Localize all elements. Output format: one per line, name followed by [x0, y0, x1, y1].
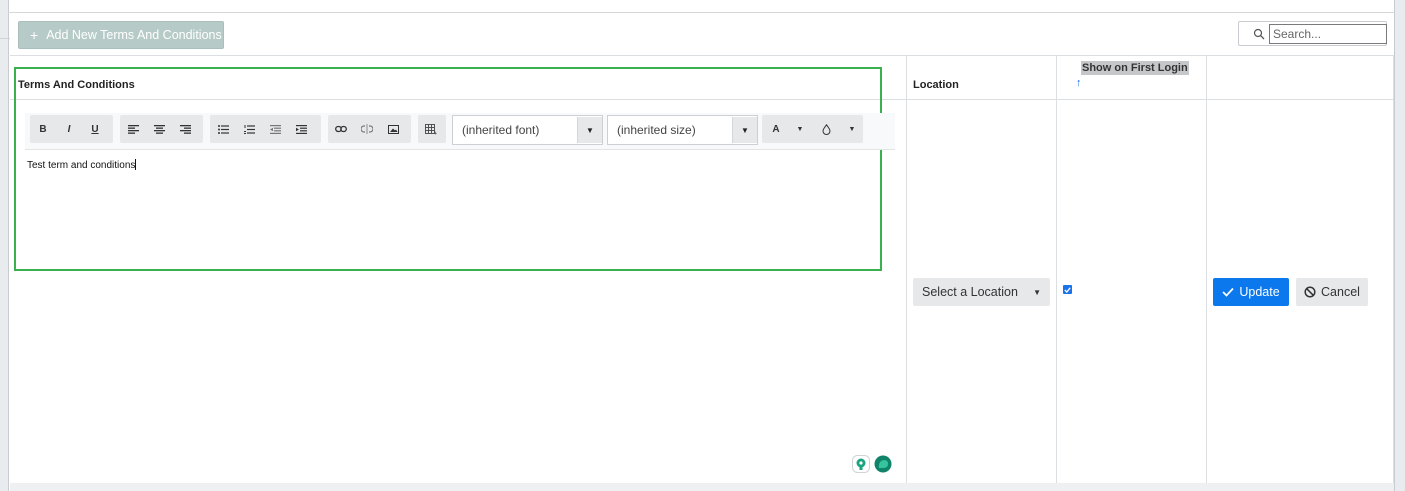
- check-icon: [1222, 287, 1235, 297]
- link-icon: [335, 125, 347, 133]
- cancel-button[interactable]: Cancel: [1296, 278, 1368, 306]
- col-divider-location: [906, 55, 907, 491]
- update-button[interactable]: Update: [1213, 278, 1289, 306]
- unlink-button[interactable]: [354, 115, 380, 143]
- editor-text: Test term and conditions: [27, 160, 136, 171]
- image-button[interactable]: [380, 115, 406, 143]
- font-family-value: (inherited font): [462, 123, 540, 137]
- bullet-list-icon: [217, 124, 229, 134]
- font-size-select[interactable]: (inherited size) ▼: [607, 115, 758, 145]
- list-group: [210, 115, 321, 143]
- highlight-color-dropdown[interactable]: ▼: [842, 115, 862, 143]
- location-select[interactable]: Select a Location ▼: [913, 278, 1050, 306]
- align-group: [120, 115, 203, 143]
- paint-drop-icon: [821, 123, 831, 135]
- align-right-icon: [179, 124, 191, 134]
- search-input[interactable]: [1269, 24, 1387, 44]
- checkmark-icon: [1064, 286, 1071, 293]
- header-show-first-login-label: Show on First Login: [1081, 61, 1189, 75]
- numbered-list-icon: [243, 124, 255, 134]
- chevron-down-icon: ▼: [577, 117, 602, 143]
- svg-text:+: +: [434, 131, 437, 135]
- link-group: [328, 115, 411, 143]
- header-top-border: [10, 55, 1394, 56]
- align-center-icon: [153, 124, 165, 134]
- align-right-button[interactable]: [172, 115, 198, 143]
- col-divider-actions: [1206, 55, 1207, 491]
- add-terms-label: Add New Terms And Conditions: [46, 28, 222, 42]
- sort-asc-icon[interactable]: ↑: [1076, 77, 1082, 89]
- italic-button[interactable]: I: [56, 115, 82, 143]
- plus-icon: +: [30, 27, 39, 43]
- indent-icon: [295, 124, 307, 134]
- link-button[interactable]: [328, 115, 354, 143]
- bullet-list-button[interactable]: [210, 115, 236, 143]
- table-bottom-strip: [10, 483, 1394, 491]
- unlink-icon: [361, 124, 373, 134]
- color-group: A ▼ ▼: [762, 115, 863, 143]
- search-icon: [1253, 27, 1265, 40]
- indent-button[interactable]: [288, 115, 314, 143]
- editor-focus-frame: [14, 67, 882, 271]
- text-cursor: [135, 159, 137, 170]
- left-divider: [0, 38, 10, 39]
- font-color-button[interactable]: A: [762, 115, 790, 143]
- align-left-icon: [127, 124, 139, 134]
- grammar-assistant-icon[interactable]: [852, 455, 870, 473]
- cancel-icon: [1304, 286, 1316, 298]
- table-icon: +: [425, 123, 437, 135]
- top-divider: [8, 12, 1395, 13]
- chevron-down-icon: ▼: [732, 117, 757, 143]
- table-right-border: [1393, 55, 1394, 491]
- add-terms-button[interactable]: + Add New Terms And Conditions: [18, 21, 224, 49]
- bold-button[interactable]: B: [30, 115, 56, 143]
- outdent-button[interactable]: [262, 115, 288, 143]
- col-divider-first-login: [1056, 55, 1057, 491]
- editor-content-area[interactable]: Test term and conditions: [27, 159, 137, 171]
- highlight-color-button[interactable]: [810, 115, 842, 143]
- header-location: Location: [913, 79, 959, 91]
- chevron-down-icon: ▼: [1033, 287, 1041, 297]
- table-group: +: [418, 115, 446, 143]
- chat-assistant-icon[interactable]: [873, 455, 893, 473]
- image-icon: [387, 124, 399, 134]
- location-select-value: Select a Location: [922, 285, 1018, 299]
- table-button[interactable]: +: [418, 115, 444, 143]
- cancel-label: Cancel: [1321, 285, 1360, 299]
- align-center-button[interactable]: [146, 115, 172, 143]
- header-show-first-login[interactable]: Show on First Login: [1081, 61, 1189, 75]
- format-group: B I U: [30, 115, 113, 143]
- show-first-login-checkbox[interactable]: [1063, 285, 1072, 294]
- numbered-list-button[interactable]: [236, 115, 262, 143]
- update-label: Update: [1239, 285, 1280, 299]
- align-left-button[interactable]: [120, 115, 146, 143]
- font-color-dropdown[interactable]: ▼: [790, 115, 810, 143]
- underline-button[interactable]: U: [82, 115, 108, 143]
- font-size-value: (inherited size): [617, 123, 696, 137]
- outdent-icon: [269, 124, 281, 134]
- font-family-select[interactable]: (inherited font) ▼: [452, 115, 603, 145]
